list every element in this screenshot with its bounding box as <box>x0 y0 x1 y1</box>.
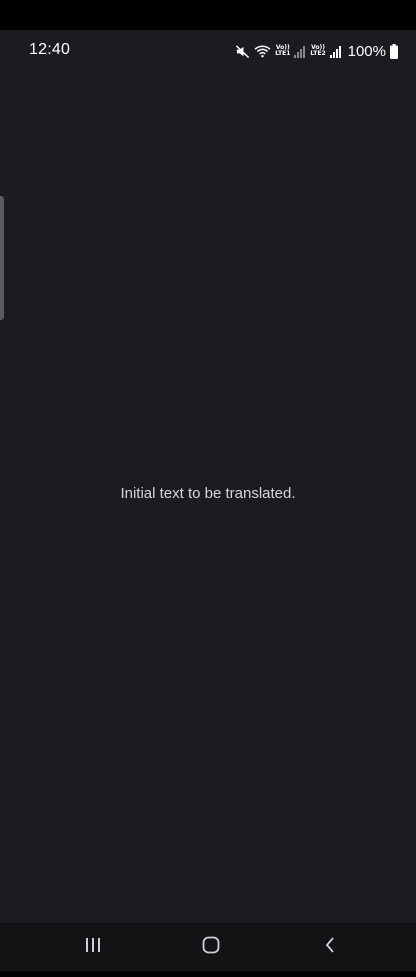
back-icon <box>324 936 336 959</box>
volte-1-indicator: Vo)) LTE1 <box>275 45 290 57</box>
home-button[interactable] <box>181 923 241 971</box>
status-icons: Vo)) LTE1 Vo)) LTE2 100% <box>235 41 398 61</box>
recent-apps-button[interactable] <box>63 923 123 971</box>
volte-2-bottom: LTE2 <box>310 50 326 57</box>
wifi-icon <box>254 44 271 58</box>
recent-apps-icon <box>84 937 102 958</box>
battery-icon <box>390 43 398 59</box>
top-camera-area <box>0 0 416 30</box>
volte-1-bottom: LTE1 <box>275 50 291 57</box>
battery-percentage: 100% <box>347 42 386 60</box>
navigation-bar <box>0 923 416 971</box>
home-icon <box>202 936 220 959</box>
app-screen: 12:40 Vo)) LTE1 Vo)) LTE2 100% Initial t… <box>0 0 416 977</box>
back-button[interactable] <box>300 923 360 971</box>
bottom-edge <box>0 971 416 977</box>
edge-panel-handle[interactable] <box>0 196 4 320</box>
mute-icon <box>235 44 250 59</box>
translation-text: Initial text to be translated. <box>120 485 296 502</box>
signal-icon <box>329 45 342 58</box>
status-time: 12:40 <box>29 41 71 58</box>
volte-2-indicator: Vo)) LTE2 <box>310 45 325 57</box>
status-bar: 12:40 Vo)) LTE1 Vo)) LTE2 100% <box>0 30 416 72</box>
signal-icon <box>294 45 306 58</box>
